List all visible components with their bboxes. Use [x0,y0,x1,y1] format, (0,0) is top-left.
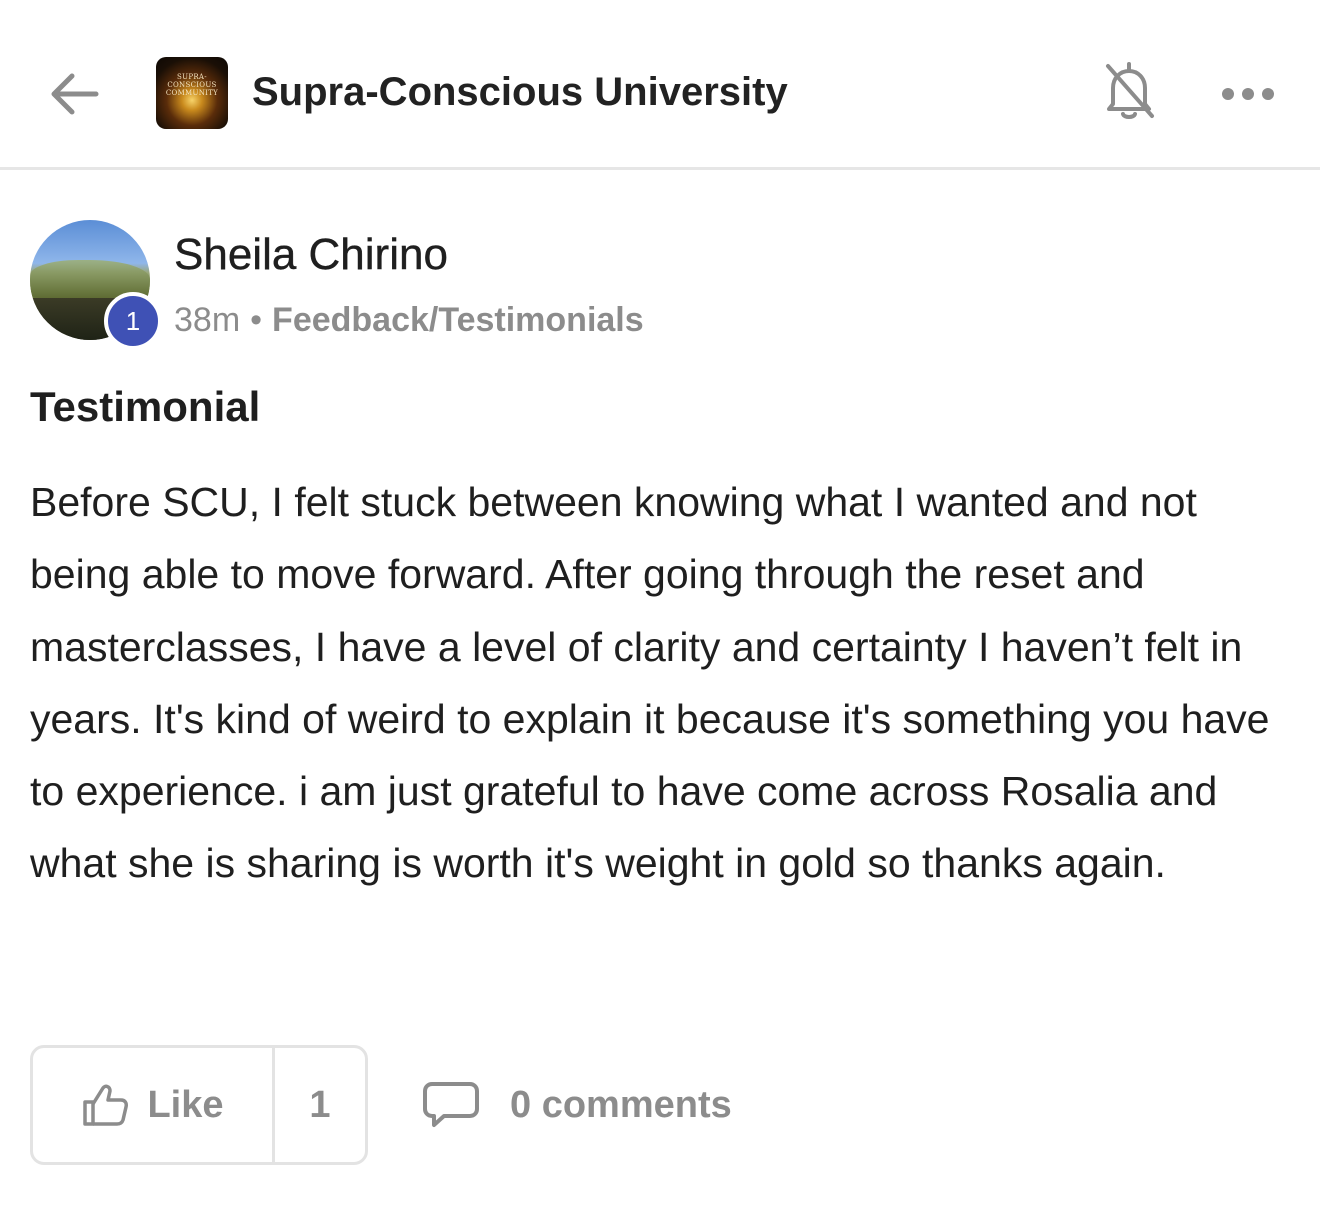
post-category-link[interactable]: Feedback/Testimonials [272,301,644,339]
back-button[interactable] [44,66,104,122]
comments-button[interactable]: 0 comments [422,1072,732,1138]
group-logo-text: SUPRA-CONSCIOUS COMMUNITY [165,73,219,97]
like-count[interactable]: 1 [275,1048,365,1162]
more-horizontal-icon [1222,88,1274,100]
post-title: Testimonial [30,383,261,430]
notifications-button[interactable] [1098,58,1160,124]
group-title[interactable]: Supra-Conscious University [252,66,788,118]
author-name[interactable]: Sheila Chirino [174,228,448,282]
post-page: SUPRA-CONSCIOUS COMMUNITY Supra-Consciou… [0,0,1320,1210]
like-group: Like 1 [30,1045,368,1165]
like-label: Like [147,1083,224,1126]
comment-icon [423,1082,479,1127]
meta-separator: • [250,301,263,339]
post-body: Before SCU, I felt stuck between knowing… [30,479,1270,887]
post-time: 38m [174,301,241,339]
thumbs-up-icon [83,1084,129,1126]
level-badge: 1 [104,292,162,350]
group-logo[interactable]: SUPRA-CONSCIOUS COMMUNITY [156,57,228,129]
like-button[interactable]: Like [33,1048,275,1162]
arrow-left-icon [51,73,99,115]
comments-label: 0 comments [510,1083,732,1126]
post-meta: 38m • Feedback/Testimonials [174,298,644,342]
bell-off-icon [1106,62,1154,119]
top-bar: SUPRA-CONSCIOUS COMMUNITY Supra-Consciou… [0,0,1320,170]
author-avatar-wrapper: 1 [30,220,162,350]
more-options-button[interactable] [1216,72,1280,116]
